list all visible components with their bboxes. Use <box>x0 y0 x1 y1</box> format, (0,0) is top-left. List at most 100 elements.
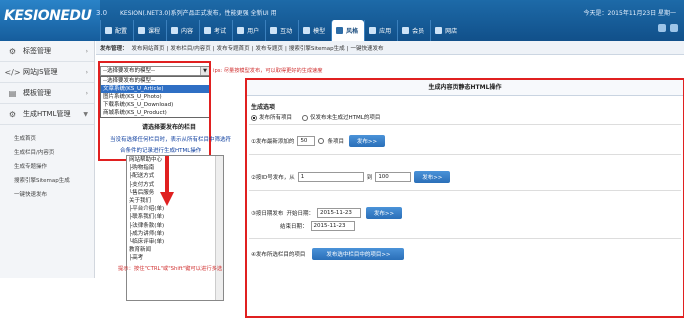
column-option[interactable]: ├高考 <box>128 254 223 262</box>
main-content: 发布管理： 发布网站首页 | 发布栏目/内容页 | 发布专题首页 | 发布专题页 | 搜索引擎S… <box>96 41 684 318</box>
chevron-icon: › <box>85 48 88 55</box>
nav-tab-2[interactable]: 内容 <box>166 20 199 41</box>
publish-latest-button[interactable]: 发布>> <box>348 135 385 147</box>
column-listbox[interactable]: 网站帮助中心 ├购物指南 ├配送方式 ├支付方式 └售后服务 关于我们 ├平台介绍(单) ├联… <box>126 155 224 301</box>
column-option[interactable]: ├成为讲师(单) <box>128 230 223 238</box>
date-info: 今天是：2015年11月23日 星期一 <box>583 10 676 17</box>
tip-top: ips: 尽量按模型发布，可以取得更好的生成速度 <box>213 68 323 74</box>
nav-tab-label: 内容 <box>181 28 194 35</box>
logo: KESIONEDU <box>0 0 100 41</box>
nav-tab-4[interactable]: 用户 <box>232 20 265 41</box>
id-to-input[interactable]: 100 <box>375 172 412 182</box>
sidebar-section-2[interactable]: ▤ 模板管理 › <box>0 83 94 104</box>
end-date-label: 结束日期： <box>280 224 308 230</box>
breadcrumb-link[interactable]: 发布专题首页 <box>217 46 250 52</box>
divider <box>249 154 681 155</box>
radio-icon[interactable] <box>302 114 309 121</box>
column-option[interactable]: 教育新闻 <box>128 246 223 254</box>
column-option[interactable]: 关于我们 <box>128 197 223 205</box>
end-date-input[interactable]: 2015-11-23 <box>310 221 355 231</box>
breadcrumb-separator: | <box>212 45 215 52</box>
version-label: 3.0 <box>96 9 108 17</box>
window-icon[interactable] <box>658 24 666 32</box>
publish-by-date-button[interactable]: 发布>> <box>365 207 402 219</box>
sidebar-link[interactable]: 一键快速发布 <box>0 187 94 201</box>
id-from-input[interactable]: 1 <box>297 172 364 182</box>
publish-by-id-button[interactable]: 发布>> <box>414 171 451 183</box>
publish-mode-radios: 发布所有项目 仅发布未生成过HTML的项目 <box>251 113 380 121</box>
column-option[interactable]: ├法律条款(单) <box>128 222 223 230</box>
home-icon[interactable] <box>670 24 678 32</box>
column-option[interactable]: ├支付方式 <box>128 181 223 189</box>
column-option[interactable]: ├联系我们(单) <box>128 213 223 221</box>
radio-icon[interactable] <box>251 114 257 121</box>
sidebar-section-3[interactable]: ⚙ 生成HTML管理 ▼ <box>0 104 94 125</box>
nav-tab-1[interactable]: 课程 <box>133 20 166 41</box>
column-option[interactable]: └临床评审(单) <box>128 238 223 246</box>
nav-tab-5[interactable]: 互动 <box>265 20 298 41</box>
chevron-icon: › <box>85 69 88 76</box>
chevron-icon: › <box>85 90 88 97</box>
nav-tab-label: 风格 <box>346 28 359 35</box>
palette-icon <box>336 27 344 34</box>
breadcrumb: 发布管理： 发布网站首页 | 发布栏目/内容页 | 发布专题首页 | 发布专题页 | 搜索引擎S… <box>96 41 684 55</box>
sidebar-link[interactable]: 生成专题操作 <box>0 159 94 173</box>
radio-publish-all[interactable]: 发布所有项目 <box>251 113 292 121</box>
radio-publish-new-label: 仅发布未生成过HTML的项目 <box>310 115 381 121</box>
nav-tab-label: 用户 <box>247 28 260 35</box>
stepper-icon[interactable] <box>318 138 325 144</box>
nav-tab-label: 配置 <box>115 28 128 35</box>
nav-tab-8[interactable]: 应用 <box>364 20 397 41</box>
header-tagline[interactable]: KESION(.NET3.0)系列产品正式发布，性能更强 全新UI 用 <box>120 8 277 17</box>
breadcrumb-link[interactable]: 搜索引擎Sitemap生成 <box>289 46 345 52</box>
breadcrumb-link[interactable]: 发布栏目/内容页 <box>170 46 210 52</box>
radio-publish-new[interactable]: 仅发布未生成过HTML的项目 <box>302 113 380 121</box>
divider <box>249 124 681 125</box>
radio-publish-all-label: 发布所有项目 <box>259 115 293 121</box>
row-column-label: ④发布所选栏目的项目 <box>251 252 306 258</box>
divider <box>249 190 681 191</box>
nav-tab-9[interactable]: 会员 <box>397 20 430 41</box>
start-date-label: 开始日期： <box>286 211 314 217</box>
column-option[interactable]: └售后服务 <box>128 189 223 197</box>
template-icon: ▤ <box>8 88 17 98</box>
nav-tab-10[interactable]: 网店 <box>430 20 463 41</box>
sidebar-link[interactable]: 生成首页 <box>0 131 94 145</box>
column-option[interactable]: ├购物指南 <box>128 164 223 172</box>
main-nav: 配置 课程 内容 考试 用户 互动 模型 风格 应用 会员 网店 <box>100 20 463 41</box>
nav-tab-0[interactable]: 配置 <box>100 20 133 41</box>
breadcrumb-separator: | <box>346 45 349 52</box>
sidebar-section-0[interactable]: ⚙ 标签管理 › <box>0 41 94 62</box>
sidebar-link[interactable]: 搜索引擎Sitemap生成 <box>0 173 94 187</box>
gear-icon: ⚙ <box>8 46 17 56</box>
start-date-input[interactable]: 2015-11-23 <box>316 208 361 218</box>
breadcrumb-link[interactable]: 一键快速发布 <box>351 46 384 52</box>
sidebar-link[interactable]: 生成栏目/内容页 <box>0 145 94 159</box>
column-option[interactable]: ├平台介绍(单) <box>128 205 223 213</box>
row-by-column: ④发布所选栏目的项目 发布选中栏目中的项目>> <box>251 248 405 260</box>
publish-selected-columns-button[interactable]: 发布选中栏目中的项目>> <box>312 248 405 260</box>
row-id-to-label: 到 <box>366 175 373 181</box>
nav-tab-label: 考试 <box>214 28 227 35</box>
row-end-date: 结束日期： 2015-11-23 <box>280 221 355 231</box>
gear-icon <box>105 27 112 34</box>
nav-tab-7[interactable]: 风格 <box>331 20 365 41</box>
breadcrumb-link[interactable]: 发布网站首页 <box>132 46 165 52</box>
arrow-down-icon <box>160 156 174 206</box>
gear-icon: ⚙ <box>8 109 17 119</box>
listbox-scrollbar[interactable] <box>215 156 223 300</box>
column-option[interactable]: 网站帮助中心 <box>128 156 223 164</box>
sidebar: ⚙ 标签管理 › </> 网站JS管理 › ▤ 模板管理 › ⚙ 生成HTML管理 ▼ 生成首页 生成栏… <box>0 41 95 278</box>
nav-tab-3[interactable]: 考试 <box>199 20 232 41</box>
sidebar-section-1[interactable]: </> 网站JS管理 › <box>0 62 94 83</box>
exam-icon <box>204 27 212 34</box>
breadcrumb-link[interactable]: 发布专题页 <box>255 46 283 52</box>
code-icon: </> <box>4 67 21 77</box>
nav-tab-label: 会员 <box>412 28 425 35</box>
chevron-icon: ▼ <box>83 111 88 118</box>
latest-count-input[interactable]: 50 <box>297 136 316 146</box>
book-icon <box>138 27 146 34</box>
nav-tab-6[interactable]: 模型 <box>298 20 331 41</box>
sidebar-links: 生成首页 生成栏目/内容页 生成专题操作 搜索引擎Sitemap生成 一键快速发布 <box>0 125 94 201</box>
column-option[interactable]: ├配送方式 <box>128 172 223 180</box>
